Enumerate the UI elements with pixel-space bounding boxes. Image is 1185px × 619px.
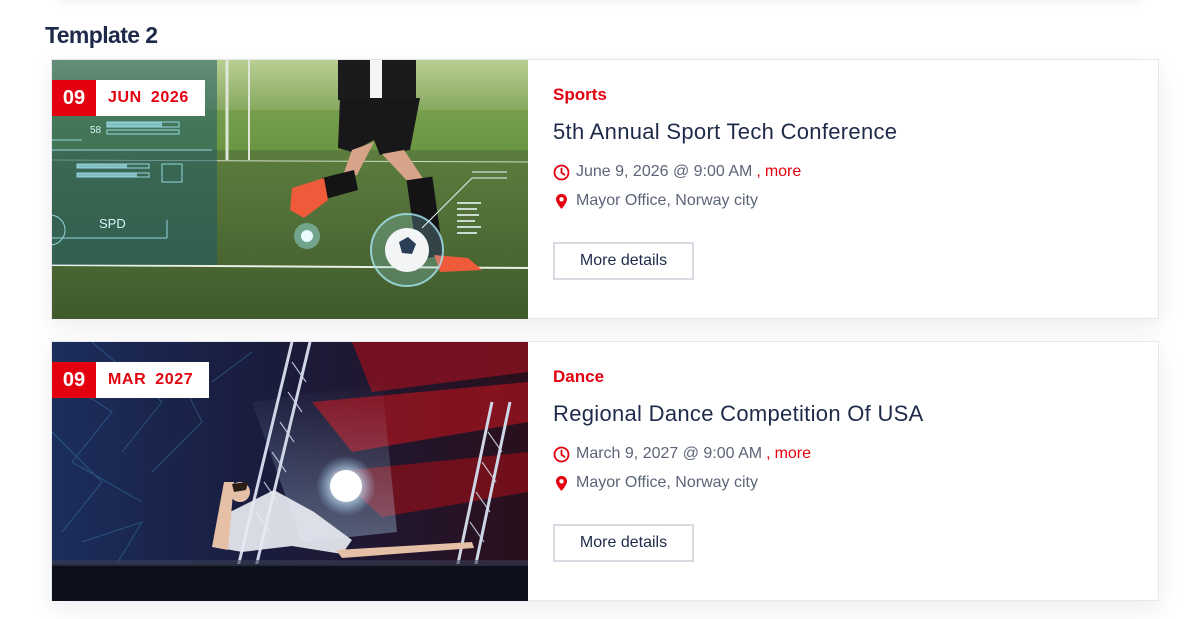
event-datetime-row: March 9, 2027 @ 9:00 AM , more: [553, 445, 811, 463]
event-card: 58 SPD 09 JUN 2026 Sports 5th Annual Spo…: [51, 59, 1159, 319]
more-link[interactable]: more: [775, 445, 811, 463]
event-category[interactable]: Dance: [553, 367, 604, 387]
event-info: Dance Regional Dance Competition Of USA …: [553, 342, 1158, 600]
event-location: Mayor Office, Norway city: [576, 192, 758, 209]
date-badge: 09 MAR 2027: [52, 362, 210, 398]
event-location-row: Mayor Office, Norway city: [553, 474, 758, 492]
date-month-year: JUN 2026: [108, 89, 189, 106]
map-pin-icon: [553, 475, 570, 492]
clock-icon: [553, 164, 570, 181]
event-category[interactable]: Sports: [553, 85, 607, 105]
event-location: Mayor Office, Norway city: [576, 474, 758, 491]
section-title: Template 2: [45, 22, 158, 48]
event-card: 09 MAR 2027 Dance Regional Dance Competi…: [51, 341, 1159, 601]
date-badge: 09 JUN 2026: [52, 80, 205, 116]
more-link[interactable]: more: [765, 163, 801, 181]
date-day: 09: [52, 80, 96, 116]
hud-number: 58: [90, 125, 102, 136]
event-info: Sports 5th Annual Sport Tech Conference …: [553, 60, 1158, 318]
separator: ,: [756, 163, 761, 180]
date-day: 09: [52, 362, 96, 398]
event-datetime-row: June 9, 2026 @ 9:00 AM , more: [553, 163, 801, 181]
more-details-button[interactable]: More details: [553, 524, 694, 562]
more-details-button[interactable]: More details: [553, 242, 694, 280]
event-location-row: Mayor Office, Norway city: [553, 192, 758, 210]
event-title[interactable]: Regional Dance Competition Of USA: [553, 401, 924, 427]
clock-icon: [553, 446, 570, 463]
event-image[interactable]: 09 MAR 2027: [52, 342, 528, 601]
event-datetime: March 9, 2027 @ 9:00 AM: [576, 445, 763, 462]
hud-label: SPD: [99, 216, 126, 231]
separator: ,: [766, 445, 771, 462]
event-title[interactable]: 5th Annual Sport Tech Conference: [553, 119, 897, 145]
event-image[interactable]: 58 SPD 09 JUN 2026: [52, 60, 528, 319]
map-pin-icon: [553, 193, 570, 210]
event-datetime: June 9, 2026 @ 9:00 AM: [576, 163, 753, 180]
date-month-year: MAR 2027: [108, 371, 194, 388]
